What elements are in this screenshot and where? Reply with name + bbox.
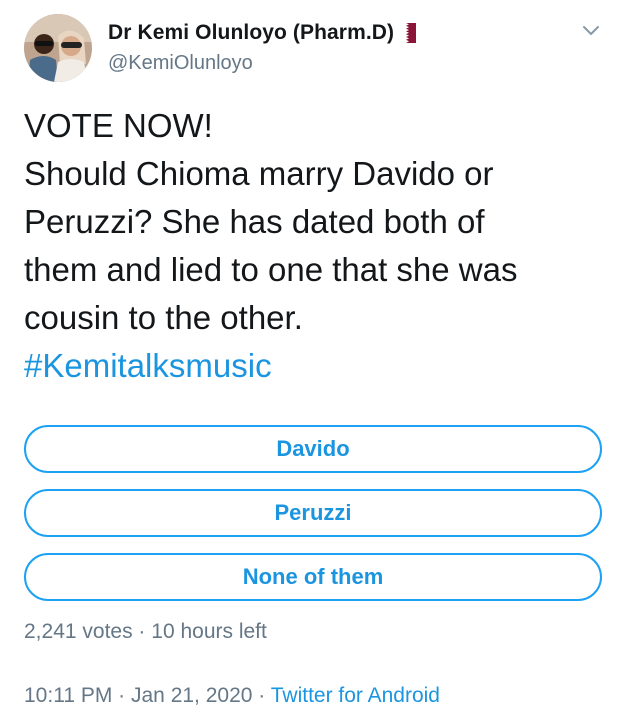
poll-meta: 2,241 votes · 10 hours left (24, 620, 267, 644)
poll-votes: 2,241 votes (24, 620, 133, 643)
tweet-header: Dr Kemi Olunloyo (Pharm.D) @KemiOlunloyo (24, 14, 604, 82)
poll-time-left: 10 hours left (151, 620, 267, 643)
tweet-timestamp: 10:11 PM · Jan 21, 2020 · Twitter for An… (24, 684, 440, 708)
client-link[interactable]: Twitter for Android (271, 684, 440, 707)
separator: · (252, 684, 271, 707)
tweet-text: VOTE NOW! Should Chioma marry Davido or … (24, 102, 609, 390)
author-info: Dr Kemi Olunloyo (Pharm.D) @KemiOlunloyo (108, 20, 417, 75)
tweet-line: them and lied to one that she was (24, 251, 518, 288)
qatar-flag-icon (402, 23, 417, 43)
tweet-time[interactable]: 10:11 PM (24, 684, 112, 707)
tweet-line: Should Chioma marry Davido or (24, 155, 494, 192)
tweet-card: Dr Kemi Olunloyo (Pharm.D) @KemiOlunloyo… (0, 0, 628, 720)
poll-option-davido[interactable]: Davido (24, 425, 602, 473)
tweet-line: VOTE NOW! (24, 107, 213, 144)
poll-option-peruzzi[interactable]: Peruzzi (24, 489, 602, 537)
separator: · (132, 620, 152, 643)
separator: · (112, 684, 131, 707)
display-name-row: Dr Kemi Olunloyo (Pharm.D) (108, 20, 417, 46)
chevron-down-icon[interactable] (580, 20, 602, 42)
avatar[interactable] (24, 14, 92, 82)
profile-photo-icon (24, 14, 92, 82)
tweet-date[interactable]: Jan 21, 2020 (131, 684, 252, 707)
tweet-line: Peruzzi? She has dated both of (24, 203, 485, 240)
poll: Davido Peruzzi None of them (24, 425, 602, 617)
handle[interactable]: @KemiOlunloyo (108, 52, 416, 75)
display-name[interactable]: Dr Kemi Olunloyo (Pharm.D) (108, 21, 394, 45)
poll-option-none[interactable]: None of them (24, 553, 602, 601)
tweet-line: cousin to the other. (24, 299, 303, 336)
hashtag-link[interactable]: #Kemitalksmusic (24, 342, 609, 390)
